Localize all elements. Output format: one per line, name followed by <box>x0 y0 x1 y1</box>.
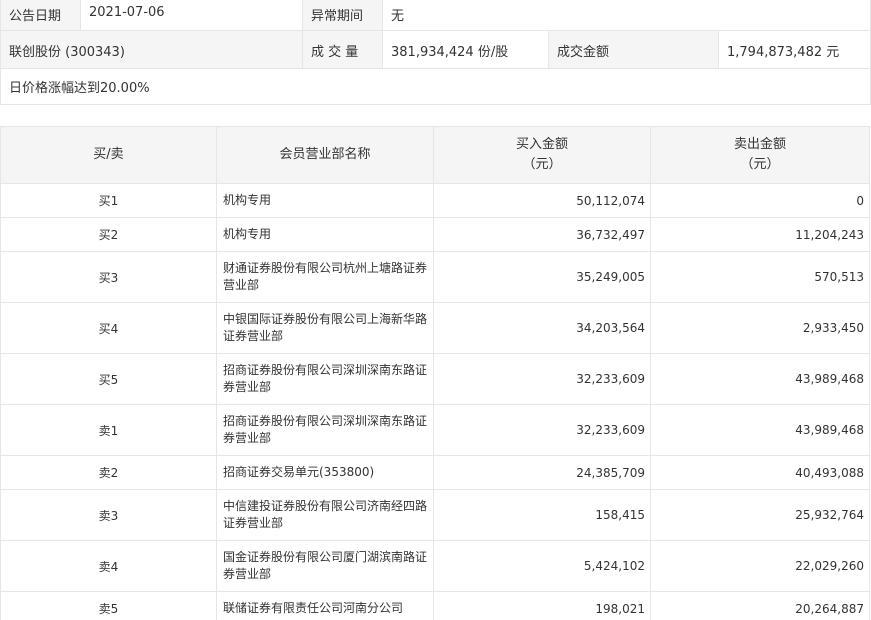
row-side: 买4 <box>0 302 217 354</box>
row-buy-amount: 36,732,497 <box>433 217 651 252</box>
info-row-stock: 联创股份 (300343) 成 交 量 381,934,424 份/股 成交金额… <box>1 30 870 68</box>
row-sell-amount: 43,989,468 <box>650 404 870 456</box>
row-branch-name: 机构专用 <box>216 183 434 218</box>
row-branch-line1: 联储证券有限责任公司河南分公司 <box>223 601 404 615</box>
row-sell-amount: 11,204,243 <box>650 217 870 252</box>
row-sell-amount: 25,932,764 <box>650 489 870 541</box>
row-branch-line1: 招商证券股份有限公司深圳深南东路证 <box>223 363 428 377</box>
volume-label: 成 交 量 <box>302 31 382 68</box>
announcement-date-value: 2021-07-06 <box>80 0 302 30</box>
row-branch-line1: 中银国际证券股份有限公司上海新华路 <box>223 312 428 326</box>
header-sell-amount-title: 卖出金额 <box>733 137 786 152</box>
row-branch-line1: 中信建投证券股份有限公司济南经四路 <box>223 499 428 513</box>
row-side: 买2 <box>0 217 217 252</box>
header-side: 买/卖 <box>0 126 217 184</box>
row-side: 买1 <box>0 183 217 218</box>
row-buy-amount: 32,233,609 <box>433 353 651 405</box>
row-buy-amount: 34,203,564 <box>433 302 651 354</box>
row-side: 卖1 <box>0 404 217 456</box>
row-buy-amount: 198,021 <box>433 591 651 620</box>
table-row: 卖3 中信建投证券股份有限公司济南经四路 证券营业部 158,415 25,932… <box>0 489 870 541</box>
row-branch-name: 招商证券交易单元(353800) <box>216 455 434 490</box>
row-branch-name: 招商证券股份有限公司深圳深南东路证 券营业部 <box>216 353 434 405</box>
row-side: 卖2 <box>0 455 217 490</box>
info-row-reason: 日价格涨幅达到20.00% <box>1 68 870 104</box>
row-buy-amount: 5,424,102 <box>433 540 651 592</box>
table-row: 买4 中银国际证券股份有限公司上海新华路 证券营业部 34,203,564 2,9… <box>0 302 870 354</box>
row-buy-amount: 24,385,709 <box>433 455 651 490</box>
row-branch-name: 中信建投证券股份有限公司济南经四路 证券营业部 <box>216 489 434 541</box>
table-row: 卖1 招商证券股份有限公司深圳深南东路证 券营业部 32,233,609 43,9… <box>0 404 870 456</box>
row-branch-line2: 证券营业部 <box>223 329 284 343</box>
row-side: 卖4 <box>0 540 217 592</box>
row-branch-name: 中银国际证券股份有限公司上海新华路 证券营业部 <box>216 302 434 354</box>
header-sell-amount: 卖出金额 （元） <box>650 126 870 184</box>
row-branch-line1: 国金证券股份有限公司厦门湖滨南路证 <box>223 550 428 564</box>
row-branch-line2: 证券营业部 <box>223 516 284 530</box>
header-buy-amount-unit: （元） <box>522 157 562 172</box>
turnover-label: 成交金额 <box>548 31 718 68</box>
volume-value: 381,934,424 份/股 <box>382 31 548 68</box>
header-branch-name: 会员营业部名称 <box>216 126 434 184</box>
row-branch-name: 国金证券股份有限公司厦门湖滨南路证 券营业部 <box>216 540 434 592</box>
table-row: 卖2 招商证券交易单元(353800) 24,385,709 40,493,08… <box>0 455 870 490</box>
header-sell-amount-unit: （元） <box>740 157 780 172</box>
table-row: 买3 财通证券股份有限公司杭州上塘路证券 营业部 35,249,005 570,5… <box>0 251 870 303</box>
row-branch-line1: 招商证券股份有限公司深圳深南东路证 <box>223 414 428 428</box>
abnormal-period-label: 异常期间 <box>302 0 382 30</box>
table-row: 买2 机构专用 36,732,497 11,204,243 <box>0 217 870 252</box>
row-branch-line1: 机构专用 <box>223 193 272 207</box>
row-branch-name: 招商证券股份有限公司深圳深南东路证 券营业部 <box>216 404 434 456</box>
row-branch-name: 财通证券股份有限公司杭州上塘路证券 营业部 <box>216 251 434 303</box>
row-sell-amount: 20,264,887 <box>650 591 870 620</box>
row-sell-amount: 22,029,260 <box>650 540 870 592</box>
row-sell-amount: 2,933,450 <box>650 302 870 354</box>
row-sell-amount: 570,513 <box>650 251 870 303</box>
row-side: 买3 <box>0 251 217 303</box>
row-buy-amount: 35,249,005 <box>433 251 651 303</box>
row-branch-line2: 营业部 <box>223 278 260 292</box>
row-branch-line1: 招商证券交易单元(353800) <box>223 465 375 479</box>
stock-name-code: 联创股份 (300343) <box>1 31 302 68</box>
row-side: 买5 <box>0 353 217 405</box>
table-row: 卖4 国金证券股份有限公司厦门湖滨南路证 券营业部 5,424,102 22,02… <box>0 540 870 592</box>
announcement-date-label: 公告日期 <box>1 0 80 30</box>
row-buy-amount: 158,415 <box>433 489 651 541</box>
table-row: 买5 招商证券股份有限公司深圳深南东路证 券营业部 32,233,609 43,9… <box>0 353 870 405</box>
broker-trade-table: 买/卖 会员营业部名称 买入金额 （元） 卖出金额 （元） 买1 机构专用 50… <box>0 126 870 620</box>
row-side: 卖5 <box>0 591 217 620</box>
row-branch-line2: 券营业部 <box>223 431 272 445</box>
announcement-info-block: 公告日期 2021-07-06 异常期间 无 联创股份 (300343) 成 交… <box>0 0 871 105</box>
row-sell-amount: 43,989,468 <box>650 353 870 405</box>
trade-detail-page: 公告日期 2021-07-06 异常期间 无 联创股份 (300343) 成 交… <box>0 0 871 620</box>
header-buy-amount: 买入金额 （元） <box>433 126 651 184</box>
abnormal-period-value: 无 <box>382 0 870 30</box>
row-buy-amount: 50,112,074 <box>433 183 651 218</box>
info-row-date: 公告日期 2021-07-06 异常期间 无 <box>1 0 870 30</box>
row-branch-line2: 券营业部 <box>223 567 272 581</box>
table-row: 卖5 联储证券有限责任公司河南分公司 198,021 20,264,887 <box>0 591 870 620</box>
row-side: 卖3 <box>0 489 217 541</box>
table-header-row: 买/卖 会员营业部名称 买入金额 （元） 卖出金额 （元） <box>0 126 870 184</box>
table-row: 买1 机构专用 50,112,074 0 <box>0 183 870 218</box>
row-sell-amount: 40,493,088 <box>650 455 870 490</box>
header-buy-amount-title: 买入金额 <box>515 137 568 152</box>
listing-reason: 日价格涨幅达到20.00% <box>1 69 870 104</box>
row-buy-amount: 32,233,609 <box>433 404 651 456</box>
row-branch-name: 联储证券有限责任公司河南分公司 <box>216 591 434 620</box>
row-branch-line1: 机构专用 <box>223 227 272 241</box>
row-branch-line1: 财通证券股份有限公司杭州上塘路证券 <box>223 261 428 275</box>
row-branch-name: 机构专用 <box>216 217 434 252</box>
turnover-value: 1,794,873,482 元 <box>718 31 870 68</box>
row-sell-amount: 0 <box>650 183 870 218</box>
row-branch-line2: 券营业部 <box>223 380 272 394</box>
